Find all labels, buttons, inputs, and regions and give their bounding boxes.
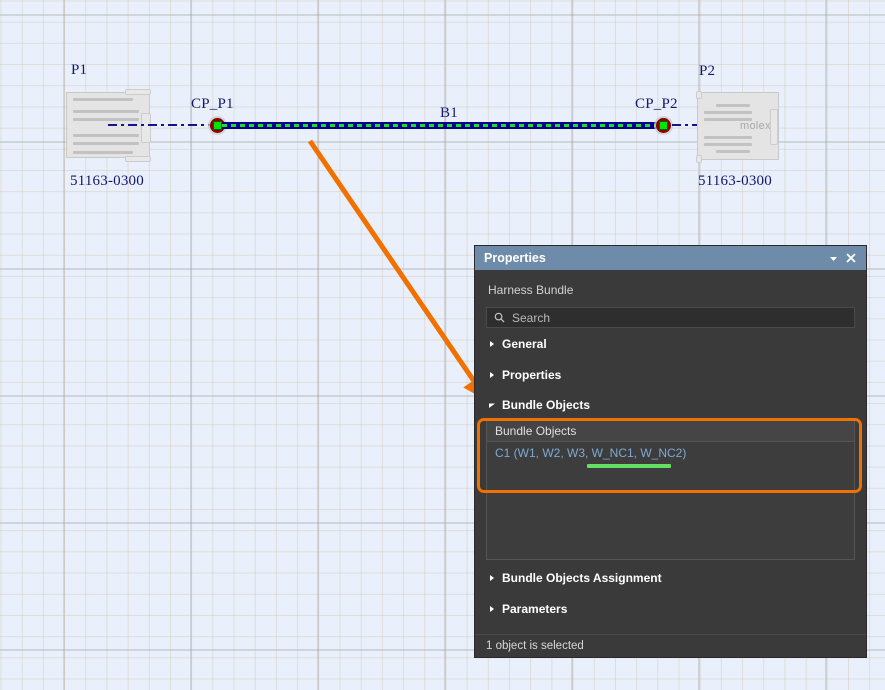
section-header-parameters[interactable]: Parameters <box>486 593 855 624</box>
bundle-objects-column-header[interactable]: Bundle Objects <box>486 419 855 441</box>
section-header-bundle-objects[interactable]: Bundle Objects <box>486 390 855 419</box>
section-label-parameters: Parameters <box>502 602 568 616</box>
triangle-right-icon <box>490 606 494 612</box>
application-window: P1 51163-0300 CP_P1 B1 CP_P2 P2 molex 51… <box>0 0 885 690</box>
section-header-general[interactable]: General <box>486 328 855 359</box>
chevron-down-icon[interactable] <box>824 249 842 267</box>
status-text: 1 object is selected <box>486 640 584 652</box>
section-bundle-objects: Bundle Objects Bundle Objects C1 (W1, W2… <box>486 390 855 560</box>
connector-p2-body[interactable]: molex <box>696 91 779 163</box>
panel-title: Properties <box>484 251 546 265</box>
list-item[interactable]: C1 (W1, W2, W3, W_NC1, W_NC2) <box>487 442 854 463</box>
section-header-bundle-objects-assignment[interactable]: Bundle Objects Assignment <box>486 560 855 593</box>
cp-p2-node[interactable] <box>654 116 673 135</box>
bundle-objects-column-header-label: Bundle Objects <box>495 423 577 438</box>
connector-p2-part-number: 51163-0300 <box>698 173 772 189</box>
connector-p1-lead <box>108 124 212 126</box>
cp-p1-label: CP_P1 <box>191 96 234 112</box>
section-label-bundle-objects: Bundle Objects <box>502 398 591 412</box>
triangle-right-icon <box>490 575 494 581</box>
panel-subtitle: Harness Bundle <box>488 283 574 297</box>
section-label-general: General <box>502 337 547 351</box>
cp-p2-label: CP_P2 <box>635 96 678 112</box>
connector-p2-brand: molex <box>740 120 771 132</box>
search-input[interactable]: Search <box>486 307 855 328</box>
connector-p1-part-number: 51163-0300 <box>70 173 144 189</box>
bundle-b1-dash <box>222 124 664 127</box>
panel-status-bar: 1 object is selected <box>475 634 866 657</box>
bundle-object-highlight-underline <box>587 464 671 468</box>
section-label-bundle-objects-assignment: Bundle Objects Assignment <box>502 571 662 585</box>
connector-p2-ref-label: P2 <box>699 63 716 79</box>
properties-panel: Properties Harness Bundle Search General… <box>475 246 866 657</box>
search-icon <box>494 312 505 323</box>
search-placeholder: Search <box>512 310 551 325</box>
connector-p1-ref-label: P1 <box>71 62 88 78</box>
triangle-right-icon <box>490 341 494 347</box>
bundle-b1-label: B1 <box>440 105 458 121</box>
triangle-right-icon <box>490 372 494 378</box>
bundle-object-label: C1 (W1, W2, W3, W_NC1, W_NC2) <box>495 445 687 460</box>
bundle-objects-list[interactable]: C1 (W1, W2, W3, W_NC1, W_NC2) <box>486 441 855 560</box>
cp-p2-square <box>659 121 668 130</box>
close-icon[interactable] <box>842 249 860 267</box>
section-header-properties[interactable]: Properties <box>486 359 855 390</box>
section-label-properties: Properties <box>502 368 562 382</box>
triangle-down-icon <box>489 403 495 408</box>
panel-titlebar[interactable]: Properties <box>475 246 866 270</box>
cp-p1-square <box>213 121 222 130</box>
panel-body: Harness Bundle Search General Properties… <box>475 270 866 634</box>
